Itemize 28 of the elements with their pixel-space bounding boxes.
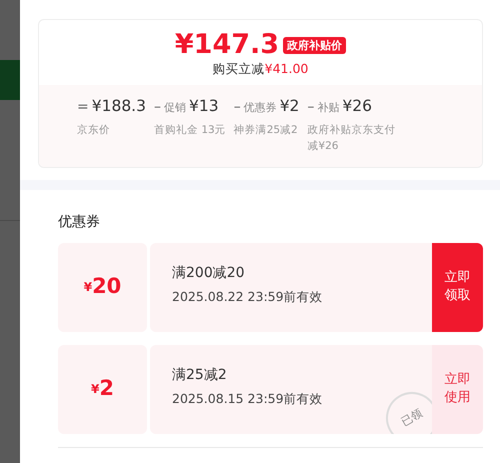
coupon-expiry: 2025.08.22 23:59前有效	[172, 288, 324, 306]
section-title: 优惠券	[58, 212, 101, 232]
operator-sign: –	[154, 98, 161, 117]
breakdown-amount: ¥2	[280, 96, 300, 117]
saving-text: 购买立减¥41.00	[212, 60, 310, 78]
breakdown-note: 首购礼金 13元	[154, 123, 226, 138]
coupon-value: ¥2	[58, 344, 147, 434]
breakdown-note: 政府补贴京东支付减¥26	[307, 123, 396, 154]
breakdown-amount: ¥26	[342, 96, 372, 117]
subsidy-badge: 政府补贴价	[283, 37, 346, 54]
breakdown-amount: ¥13	[188, 96, 219, 117]
operator-sign: –	[234, 98, 241, 117]
breakdown-note: 神券满25减2	[234, 123, 299, 138]
coupon-condition: 满200减20	[172, 264, 246, 283]
banner	[0, 60, 20, 100]
coupon-condition: 满25减2	[172, 366, 228, 385]
breakdown-label: 促销	[164, 100, 186, 116]
coupon-value: ¥20	[58, 242, 147, 332]
breakdown-label: 优惠券	[244, 100, 277, 116]
coupon-button[interactable]: 立即使用	[432, 344, 483, 434]
coupon-button[interactable]: 立即领取	[432, 242, 483, 332]
coupon-expiry: 2025.08.15 23:59前有效	[172, 390, 324, 408]
price-amount: ¥147.3	[174, 29, 280, 60]
operator-sign: =	[77, 98, 89, 117]
breakdown-note: 京东价	[77, 123, 111, 138]
breakdown-label: 补贴	[317, 100, 340, 116]
breakdown-amount: ¥188.3	[92, 96, 146, 117]
operator-sign: –	[307, 98, 314, 117]
